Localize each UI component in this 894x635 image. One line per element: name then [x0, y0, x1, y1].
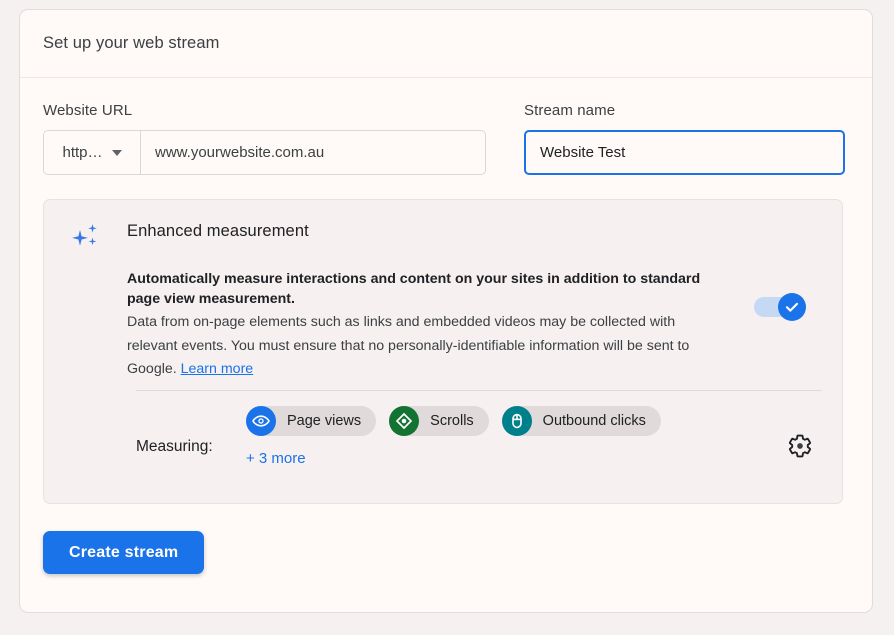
eye-icon [246, 406, 276, 436]
chip-scrolls[interactable]: Scrolls [389, 406, 489, 436]
website-url-control: http… [43, 130, 486, 175]
chip-outbound-clicks[interactable]: Outbound clicks [501, 406, 661, 436]
stream-name-label: Stream name [524, 102, 616, 119]
chip-page-views[interactable]: Page views [246, 406, 377, 436]
chip-label: Scrolls [430, 413, 474, 429]
enhanced-measurement-text: Automatically measure interactions and c… [127, 269, 727, 382]
learn-more-link[interactable]: Learn more [181, 361, 254, 377]
page-title: Set up your web stream [43, 34, 220, 52]
enhanced-measurement-header: Enhanced measurement [69, 222, 822, 254]
enhanced-measurement-panel: Enhanced measurement Automatically measu… [43, 199, 843, 504]
measurement-settings-button[interactable] [787, 433, 813, 459]
fields-row: Website URL http… Stream name [43, 102, 849, 175]
create-stream-button[interactable]: Create stream [43, 531, 205, 574]
stream-name-input[interactable] [538, 143, 831, 162]
chip-label: Outbound clicks [542, 413, 646, 429]
gear-icon [788, 434, 812, 458]
show-more-measurements-link[interactable]: + 3 more [246, 450, 306, 467]
enhanced-measurement-title: Enhanced measurement [127, 222, 309, 240]
measuring-row: Measuring: Page views Scrolls Outbound c… [136, 406, 822, 468]
enhanced-measurement-description-strong: Automatically measure interactions and c… [127, 271, 701, 307]
panel-divider [136, 390, 822, 391]
setup-web-stream-card: Set up your web stream Website URL http…… [19, 9, 873, 613]
check-icon [785, 302, 799, 312]
protocol-select[interactable]: http… [44, 131, 141, 174]
toggle-thumb [778, 293, 806, 321]
card-body: Website URL http… Stream name [20, 78, 872, 574]
chip-label: Page views [287, 413, 362, 429]
website-url-label: Website URL [43, 102, 133, 119]
enhanced-measurement-toggle[interactable] [754, 293, 806, 321]
enhanced-measurement-description: Data from on-page elements such as links… [127, 311, 727, 382]
chevron-down-icon [111, 149, 122, 156]
measuring-label: Measuring: [136, 438, 213, 455]
measuring-chips: Page views Scrolls Outbound clicks [246, 406, 822, 436]
stream-name-field-group: Stream name [524, 102, 845, 175]
card-header: Set up your web stream [20, 10, 872, 78]
mouse-click-icon [501, 406, 532, 436]
sparkle-icon [72, 224, 97, 246]
website-url-field-group: Website URL http… [43, 102, 486, 175]
protocol-value: http… [62, 144, 103, 161]
stream-name-control[interactable] [524, 130, 845, 175]
scroll-diamond-icon [389, 406, 420, 436]
website-url-input[interactable] [141, 131, 485, 174]
